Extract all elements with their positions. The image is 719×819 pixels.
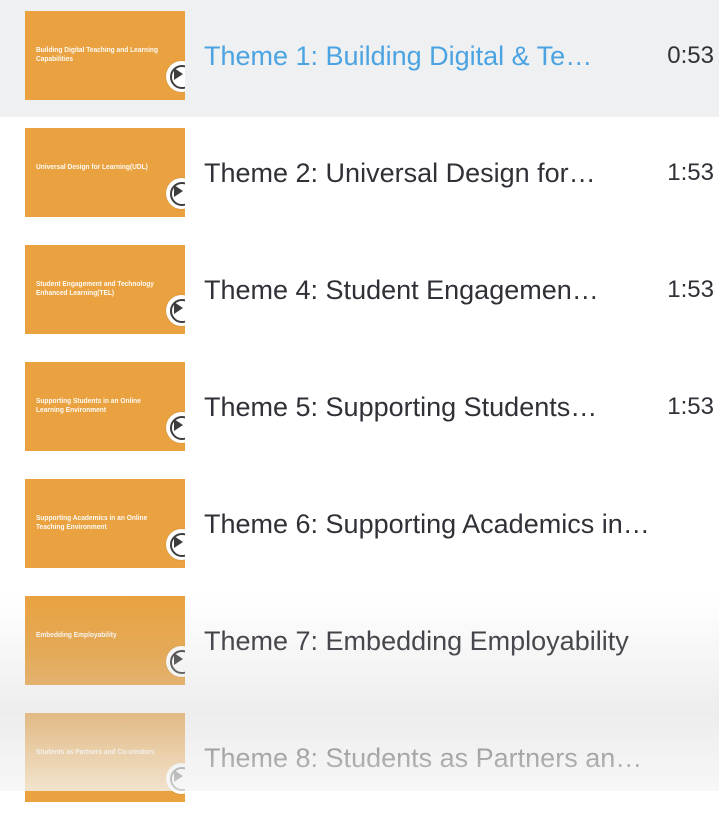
thumbnail-caption: Supporting Students in an Online Learnin… [36, 396, 141, 414]
video-thumbnail[interactable]: Supporting Academics in an Online Teachi… [25, 479, 185, 568]
video-thumbnail[interactable]: Building Digital Teaching and Learning C… [25, 11, 185, 100]
video-thumbnail[interactable]: Students as Partners and Co-creators [25, 713, 185, 802]
play-icon[interactable] [166, 295, 185, 326]
play-icon[interactable] [166, 178, 185, 209]
playlist-item-theme-1[interactable]: Building Digital Teaching and Learning C… [0, 0, 719, 117]
video-thumbnail[interactable]: Embedding Employability [25, 596, 185, 685]
play-icon[interactable] [166, 763, 185, 794]
playlist-item-theme-5[interactable]: Supporting Students in an Online Learnin… [0, 351, 719, 468]
playlist-item-theme-2[interactable]: Universal Design for Learning(UDL) Theme… [0, 117, 719, 234]
video-thumbnail[interactable]: Student Engagement and Technology Enhanc… [25, 245, 185, 334]
playlist-item-theme-7[interactable]: Embedding Employability Theme 7: Embeddi… [0, 585, 719, 702]
thumbnail-caption: Students as Partners and Co-creators [36, 747, 155, 756]
play-icon[interactable] [166, 529, 185, 560]
video-title[interactable]: Theme 5: Supporting Students… [204, 387, 644, 427]
video-title[interactable]: Theme 4: Student Engagemen… [204, 270, 644, 310]
thumbnail-caption: Embedding Employability [36, 630, 117, 639]
playlist-item-theme-4[interactable]: Student Engagement and Technology Enhanc… [0, 234, 719, 351]
video-duration: 1:53 [667, 276, 714, 303]
playlist-item-theme-8[interactable]: Students as Partners and Co-creators The… [0, 702, 719, 819]
video-playlist: Building Digital Teaching and Learning C… [0, 0, 719, 802]
video-title[interactable]: Theme 2: Universal Design for… [204, 153, 644, 193]
video-duration: 1:53 [667, 159, 714, 186]
video-title[interactable]: Theme 1: Building Digital & Te… [204, 36, 644, 76]
video-duration: 0:53 [667, 42, 714, 69]
playlist-item-theme-6[interactable]: Supporting Academics in an Online Teachi… [0, 468, 719, 585]
thumbnail-caption: Building Digital Teaching and Learning C… [36, 45, 158, 63]
video-duration: 1:53 [667, 393, 714, 420]
video-thumbnail[interactable]: Supporting Students in an Online Learnin… [25, 362, 185, 451]
video-title[interactable]: Theme 7: Embedding Employability [204, 621, 704, 661]
thumbnail-caption: Universal Design for Learning(UDL) [36, 162, 148, 171]
video-title[interactable]: Theme 8: Students as Partners an… [204, 738, 704, 778]
thumbnail-caption: Supporting Academics in an Online Teachi… [36, 513, 148, 531]
play-icon[interactable] [166, 412, 185, 443]
play-icon[interactable] [166, 61, 185, 92]
video-title[interactable]: Theme 6: Supporting Academics in… [204, 504, 704, 544]
thumbnail-caption: Student Engagement and Technology Enhanc… [36, 279, 154, 297]
video-thumbnail[interactable]: Universal Design for Learning(UDL) [25, 128, 185, 217]
play-icon[interactable] [166, 646, 185, 677]
